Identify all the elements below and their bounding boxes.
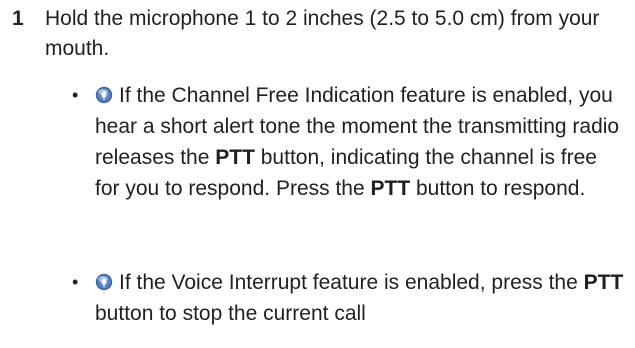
- bullet-dot: •: [72, 85, 79, 105]
- step-number: 1: [12, 7, 24, 30]
- channel-free-indication-note: If the Channel Free Indication feature i…: [95, 80, 625, 204]
- bullet-dot: •: [72, 272, 79, 292]
- note-text: button to stop the current call: [95, 302, 366, 325]
- ptt-button-label: PTT: [215, 146, 255, 169]
- ptt-button-label: PTT: [583, 271, 624, 294]
- feature-icon: [95, 86, 113, 104]
- feature-icon: [95, 273, 113, 291]
- voice-interrupt-note: If the Voice Interrupt feature is enable…: [95, 267, 625, 329]
- note-text: button to respond.: [410, 177, 586, 200]
- step-instruction-text: Hold the microphone 1 to 2 inches (2.5 t…: [45, 7, 600, 60]
- note-text: If the Voice Interrupt feature is enable…: [119, 271, 584, 294]
- document-page: 1 Hold the microphone 1 to 2 inches (2.5…: [0, 0, 635, 348]
- ptt-button-label: PTT: [370, 177, 411, 200]
